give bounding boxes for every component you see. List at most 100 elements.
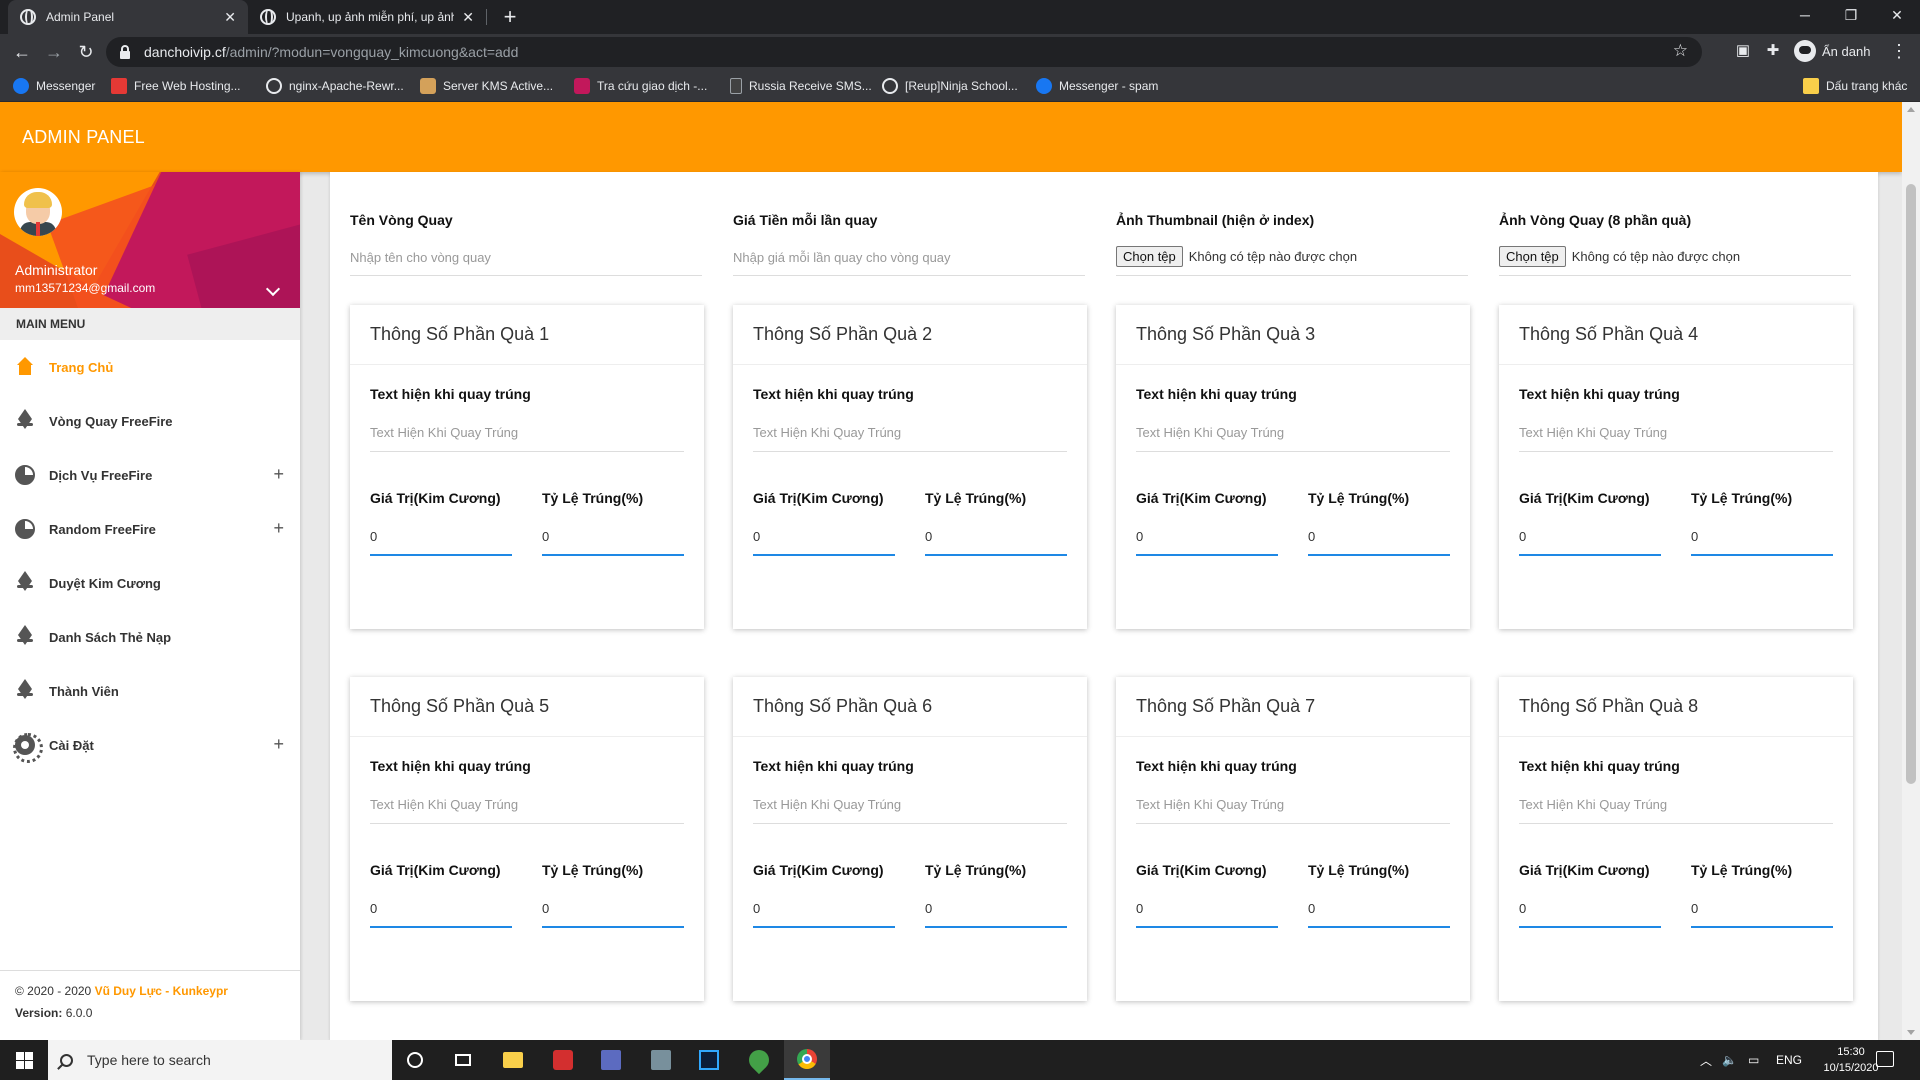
sidebar-item-cai-dat[interactable]: Cài Đặt + — [0, 718, 300, 772]
globe-icon — [882, 78, 898, 94]
rate-input[interactable]: 0 — [1308, 900, 1450, 928]
sidebar-item-random[interactable]: Random FreeFire + — [0, 502, 300, 556]
windows-start-icon[interactable] — [16, 1052, 33, 1069]
rate-input[interactable]: 0 — [925, 528, 1067, 556]
rate-input[interactable]: 0 — [925, 900, 1067, 928]
scrollbar-thumb[interactable] — [1906, 184, 1916, 784]
taskbar-search-box[interactable]: Type here to search — [48, 1040, 392, 1080]
value-input[interactable]: 0 — [370, 528, 512, 556]
sidebar-item-duyet-kim-cuong[interactable]: Duyệt Kim Cương — [0, 556, 300, 610]
choose-file-button[interactable]: Chọn tệp — [1499, 246, 1566, 267]
incognito-profile-button[interactable]: Ẩn danh — [1794, 40, 1870, 62]
value-label: Giá Trị(Kim Cương) — [1519, 490, 1650, 506]
sidebar-item-the-nap[interactable]: Danh Sách Thẻ Nạp — [0, 610, 300, 664]
expand-plus-icon[interactable]: + — [273, 465, 284, 483]
windows-taskbar: Type here to search ︿ 🔈 ▭ ENG 15:30 10/1… — [0, 1040, 1920, 1080]
bookmark-star-icon[interactable]: ☆ — [1673, 41, 1688, 61]
expand-plus-icon[interactable]: + — [273, 735, 284, 753]
minimize-button[interactable]: ─ — [1782, 0, 1828, 30]
page-scrollbar[interactable] — [1902, 102, 1920, 1040]
value-label: Giá Trị(Kim Cương) — [1136, 862, 1267, 878]
value-input[interactable]: 0 — [1519, 528, 1661, 556]
forward-button[interactable]: → — [42, 40, 66, 64]
value-input[interactable]: 0 — [753, 900, 895, 928]
network-icon[interactable]: ▭ — [1748, 1040, 1759, 1080]
bookmark-russia-sms[interactable]: Russia Receive SMS... — [730, 77, 872, 95]
prize-text-label: Text hiện khi quay trúng — [370, 386, 531, 402]
price-input[interactable]: Nhập giá mỗi lần quay cho vòng quay — [733, 246, 1085, 276]
network-tool-icon[interactable] — [588, 1040, 634, 1080]
map-app-icon[interactable] — [736, 1040, 782, 1080]
rate-input[interactable]: 0 — [1308, 528, 1450, 556]
prize-text-input[interactable]: Text Hiện Khi Quay Trúng — [370, 796, 684, 824]
value-input[interactable]: 0 — [753, 528, 895, 556]
prize-text-input[interactable]: Text Hiện Khi Quay Trúng — [1136, 424, 1450, 452]
prize-text-input[interactable]: Text Hiện Khi Quay Trúng — [1519, 424, 1833, 452]
extension-badge-icon[interactable]: ▣ — [1734, 42, 1752, 60]
value-input[interactable]: 0 — [1136, 528, 1278, 556]
prize-text-input[interactable]: Text Hiện Khi Quay Trúng — [370, 424, 684, 452]
bookmark-kms[interactable]: Server KMS Active... — [420, 77, 553, 95]
language-indicator[interactable]: ENG — [1776, 1040, 1802, 1080]
tab-upanh[interactable]: Upanh, up ảnh miễn phí, up ảnh ✕ — [248, 0, 486, 34]
chrome-menu-icon[interactable]: ⋮ — [1890, 41, 1908, 61]
extensions-puzzle-icon[interactable]: ✚ — [1764, 42, 1782, 60]
close-window-button[interactable]: ✕ — [1874, 0, 1920, 30]
cortana-icon[interactable] — [392, 1040, 438, 1080]
no-file-text: Không có tệp nào được chọn — [1188, 249, 1358, 264]
chrome-icon[interactable] — [784, 1040, 830, 1080]
bookmark-tra-cuu[interactable]: Tra cứu giao dịch -... — [574, 77, 707, 95]
sidebar-item-label: Trang Chủ — [49, 359, 114, 375]
close-tab-icon[interactable]: ✕ — [224, 9, 236, 26]
tab-admin-panel[interactable]: Admin Panel ✕ — [8, 0, 248, 34]
choose-file-button[interactable]: Chọn tệp — [1116, 246, 1183, 267]
address-bar[interactable]: danchoivip.cf/admin/?modun=vongquay_kimc… — [106, 37, 1702, 67]
garena-icon[interactable] — [540, 1040, 586, 1080]
prize-text-input[interactable]: Text Hiện Khi Quay Trúng — [1519, 796, 1833, 824]
sidebar-item-trang-chu[interactable]: Trang Chủ — [0, 340, 300, 394]
notification-icon[interactable] — [1876, 1051, 1894, 1067]
rate-input[interactable]: 0 — [542, 528, 684, 556]
wheel-name-input[interactable]: Nhập tên cho vòng quay — [350, 246, 702, 276]
brand-title[interactable]: ADMIN PANEL — [22, 127, 145, 148]
value-input[interactable]: 0 — [1136, 900, 1278, 928]
back-button[interactable]: ← — [10, 40, 34, 64]
bookmark-messenger[interactable]: Messenger — [13, 77, 95, 95]
sidebar-item-thanh-vien[interactable]: Thành Viên — [0, 664, 300, 718]
scroll-up-icon[interactable] — [1907, 107, 1915, 112]
sidebar-item-label: Cài Đặt — [49, 737, 94, 753]
sidebar-item-vong-quay[interactable]: Vòng Quay FreeFire — [0, 394, 300, 448]
value-label: Giá Trị(Kim Cương) — [1519, 862, 1650, 878]
task-view-icon[interactable] — [440, 1040, 486, 1080]
rate-input[interactable]: 0 — [1691, 900, 1833, 928]
other-bookmarks[interactable]: Dấu trang khác — [1803, 77, 1907, 95]
reload-button[interactable]: ↻ — [74, 40, 98, 64]
prize-text-input[interactable]: Text Hiện Khi Quay Trúng — [753, 424, 1067, 452]
bookmark-nginx[interactable]: nginx-Apache-Rewr... — [266, 77, 404, 95]
volume-icon[interactable]: 🔈 — [1722, 1040, 1737, 1080]
close-tab-icon[interactable]: ✕ — [462, 9, 474, 26]
bookmark-free-web-hosting[interactable]: Free Web Hosting... — [111, 77, 241, 95]
show-hidden-icons[interactable]: ︿ — [1700, 1040, 1712, 1080]
bookmark-messenger-spam[interactable]: Messenger - spam — [1036, 77, 1158, 95]
scroll-down-icon[interactable] — [1907, 1030, 1915, 1035]
remote-desktop-icon[interactable] — [638, 1040, 684, 1080]
prize-text-input[interactable]: Text Hiện Khi Quay Trúng — [1136, 796, 1450, 824]
file-explorer-icon[interactable] — [490, 1040, 536, 1080]
value-input[interactable]: 0 — [1519, 900, 1661, 928]
prize-text-label: Text hiện khi quay trúng — [1519, 386, 1680, 402]
author-link[interactable]: Vũ Duy Lực - Kunkeypr — [95, 984, 228, 998]
expand-plus-icon[interactable]: + — [273, 519, 284, 537]
prize-text-input[interactable]: Text Hiện Khi Quay Trúng — [753, 796, 1067, 824]
rate-input[interactable]: 0 — [542, 900, 684, 928]
new-tab-button[interactable]: + — [498, 4, 522, 30]
prize-text-label: Text hiện khi quay trúng — [1519, 758, 1680, 774]
browser-tab-strip: Admin Panel ✕ Upanh, up ảnh miễn phí, up… — [0, 0, 1920, 34]
photoshop-icon[interactable] — [686, 1040, 732, 1080]
gear-icon — [13, 733, 43, 763]
value-input[interactable]: 0 — [370, 900, 512, 928]
rate-input[interactable]: 0 — [1691, 528, 1833, 556]
sidebar-item-dich-vu[interactable]: Dịch Vụ FreeFire + — [0, 448, 300, 502]
restore-button[interactable]: ❐ — [1828, 0, 1874, 30]
bookmark-ninja-school[interactable]: [Reup]Ninja School... — [882, 77, 1018, 95]
